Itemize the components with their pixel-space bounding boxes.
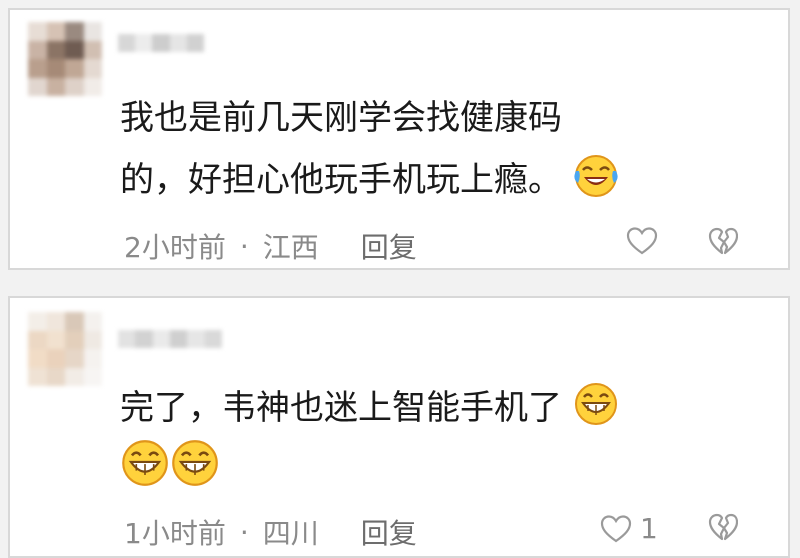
comment-text-line — [120, 438, 220, 497]
like-count: 1 — [640, 512, 658, 545]
grinning-emoji-icon — [574, 383, 617, 425]
grinning-emoji-icon — [172, 440, 218, 486]
comment-meta: 2小时前 · 江西 回复 — [124, 226, 417, 266]
broken-heart-icon — [708, 513, 738, 541]
heart-outline-icon — [626, 227, 658, 255]
username-blurred[interactable] — [118, 34, 205, 52]
comment-text-line: 我也是前几天刚学会找健康码 — [120, 90, 562, 146]
grinning-emoji-icon — [122, 440, 168, 486]
comment-time: 2小时前 — [124, 231, 226, 264]
broken-heart-icon — [708, 227, 738, 255]
avatar[interactable] — [28, 312, 102, 386]
comment-text: 完了，韦神也迷上智能手机了 — [120, 388, 562, 428]
like-button[interactable] — [626, 226, 658, 256]
comment-location: 江西 — [262, 231, 319, 264]
comment-text: 我也是前几天刚学会找健康码 — [120, 98, 562, 138]
comment-text: 的，好担心他玩手机玩上瘾。 — [120, 160, 562, 200]
comment-location: 四川 — [262, 517, 319, 550]
like-button[interactable]: 1 — [600, 512, 658, 545]
comment-text-line: 完了，韦神也迷上智能手机了 — [120, 380, 619, 436]
heart-outline-icon — [600, 514, 632, 542]
dislike-button[interactable] — [708, 512, 738, 542]
avatar[interactable] — [28, 22, 102, 96]
username-blurred[interactable] — [118, 330, 222, 348]
comment-time: 1小时前 — [124, 517, 226, 550]
reply-button[interactable]: 回复 — [361, 226, 417, 266]
meta-separator: · — [239, 515, 249, 549]
comment-meta: 1小时前 · 四川 回复 — [124, 512, 417, 552]
dislike-button[interactable] — [708, 226, 738, 256]
reply-button[interactable]: 回复 — [361, 512, 417, 552]
meta-separator: · — [239, 229, 249, 263]
comment-text-line: 的，好担心他玩手机玩上瘾。 — [120, 152, 619, 208]
laughing-tears-emoji-icon — [574, 155, 618, 197]
